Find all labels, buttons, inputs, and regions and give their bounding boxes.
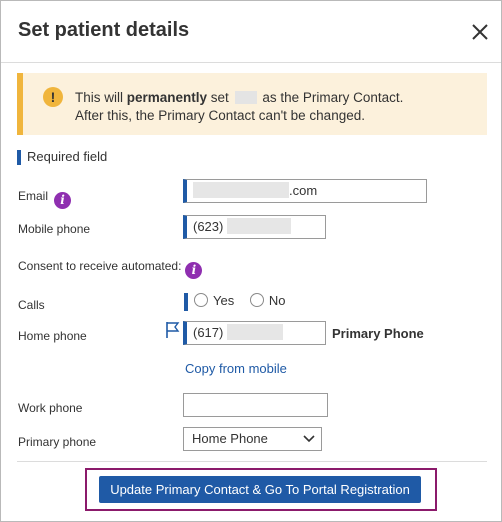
calls-no-option[interactable]: No: [249, 293, 285, 308]
consent-label: Consent to receive automated: i: [18, 259, 203, 279]
info-icon[interactable]: i: [54, 192, 72, 209]
calls-label: Calls: [18, 298, 45, 312]
required-field-note: Required field: [17, 149, 107, 165]
dialog-title: Set patient details: [18, 19, 190, 41]
flag-icon: [166, 322, 180, 338]
divider: [17, 461, 487, 462]
mobile-phone-field[interactable]: (623): [183, 215, 326, 239]
radio-no[interactable]: [249, 293, 264, 307]
alert-message: This will permanently set as the Primary…: [75, 90, 404, 123]
primary-phone-tag: Primary Phone: [332, 326, 424, 341]
warning-alert: ! This will permanently set as the Prima…: [17, 73, 487, 135]
copy-from-mobile-link[interactable]: Copy from mobile: [185, 361, 287, 376]
update-primary-contact-button[interactable]: Update Primary Contact & Go To Portal Re…: [99, 476, 421, 503]
home-phone-field[interactable]: (617): [183, 321, 326, 345]
primary-phone-select[interactable]: Home Phone: [183, 427, 322, 451]
home-phone-label: Home phone: [18, 329, 87, 343]
work-phone-field[interactable]: [183, 393, 328, 417]
calls-yes-option[interactable]: Yes: [194, 293, 234, 308]
email-field[interactable]: .com: [183, 179, 427, 203]
calls-radio-group: Yes No: [184, 293, 297, 311]
redacted-name: [234, 91, 257, 104]
set-patient-details-dialog: Set patient details ! This will permanen…: [0, 0, 502, 522]
primary-phone-label: Primary phone: [18, 435, 97, 449]
radio-yes[interactable]: [194, 293, 208, 307]
warning-icon: !: [43, 87, 63, 107]
redacted-mobile: [226, 218, 291, 234]
work-phone-label: Work phone: [18, 401, 83, 415]
info-icon[interactable]: i: [185, 262, 203, 279]
redacted-email: [193, 182, 289, 198]
chevron-down-icon: [303, 435, 315, 443]
close-icon[interactable]: [469, 21, 491, 43]
dialog-header: Set patient details: [1, 1, 501, 63]
mobile-phone-label: Mobile phone: [18, 222, 91, 236]
redacted-home-phone: [226, 324, 283, 340]
email-label: Email i: [18, 189, 72, 209]
